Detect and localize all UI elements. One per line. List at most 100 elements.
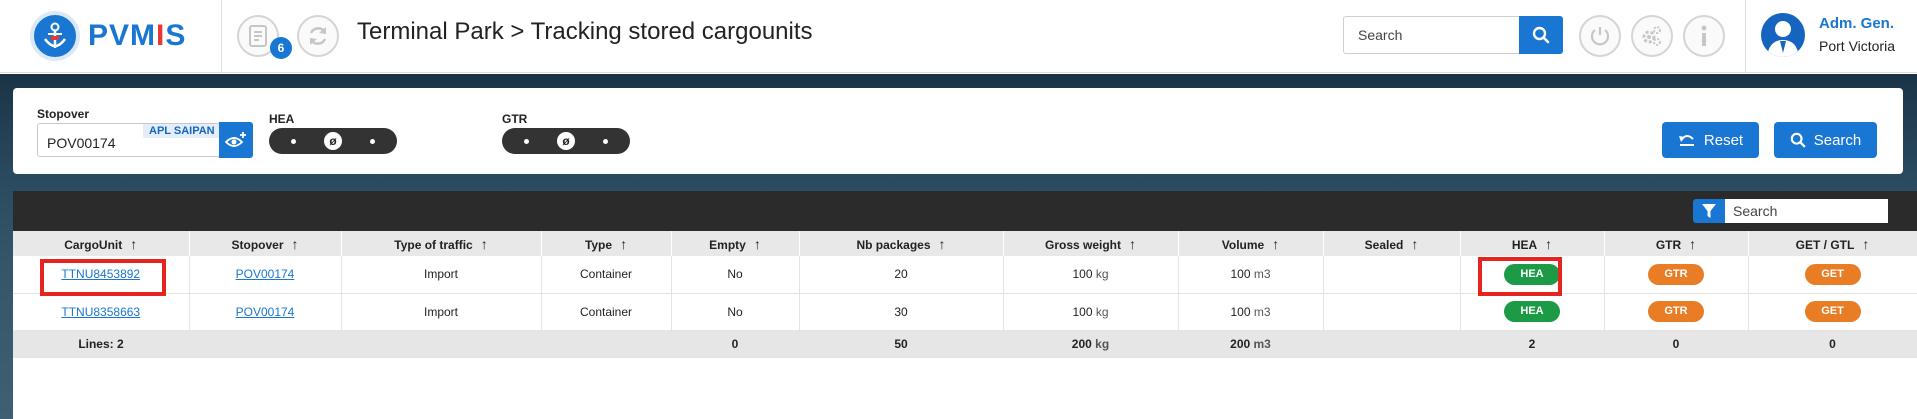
refresh-icon xyxy=(309,27,327,45)
info-icon xyxy=(1701,25,1707,46)
sort-arrow-icon[interactable]: ↑ xyxy=(130,236,137,252)
type-cell: Container xyxy=(541,293,672,331)
tristate-option-dot[interactable] xyxy=(603,138,608,144)
sort-arrow-icon[interactable]: ↑ xyxy=(939,236,946,252)
vessel-tag: APL SAIPAN xyxy=(143,124,221,138)
sort-arrow-icon[interactable]: ↑ xyxy=(620,236,627,252)
empty-cell: No xyxy=(671,293,800,331)
column-header-cargounit[interactable]: CargoUnit ↑ xyxy=(13,231,190,256)
gtr-filter-label: GTR xyxy=(502,112,528,126)
table-row[interactable]: TTNU8358663 POV00174 Import Container No… xyxy=(13,293,1917,331)
weight-cell: 100 kg xyxy=(1003,256,1179,294)
search-icon xyxy=(1532,26,1550,44)
column-header-type[interactable]: Type ↑ xyxy=(541,231,672,256)
power-icon xyxy=(1590,27,1610,46)
total-volume: 200 m3 xyxy=(1178,330,1323,358)
sort-arrow-icon[interactable]: ↑ xyxy=(1545,236,1552,252)
hea-tristate-toggle[interactable]: ø xyxy=(269,128,397,154)
total-get: 0 xyxy=(1748,330,1917,358)
stopover-link[interactable]: POV00174 xyxy=(236,305,295,319)
app-logo[interactable]: PVMIS xyxy=(30,11,187,61)
sort-arrow-icon[interactable]: ↑ xyxy=(1862,236,1869,252)
totals-cell xyxy=(1323,330,1460,358)
cargounit-link[interactable]: TTNU8358663 xyxy=(61,305,140,319)
reset-button[interactable]: Reset xyxy=(1662,122,1759,158)
column-header-type-of-traffic[interactable]: Type of traffic ↑ xyxy=(341,231,542,256)
gtr-cell: GTR xyxy=(1604,256,1749,294)
search-button[interactable]: Search xyxy=(1774,122,1877,158)
user-icon xyxy=(1767,21,1799,57)
get-status-badge[interactable]: GET xyxy=(1804,263,1861,285)
volume-cell: 100 m3 xyxy=(1178,293,1324,331)
filter-panel: Stopover APL SAIPAN HEA ø GTR ø Reset xyxy=(13,88,1903,174)
column-header-hea[interactable]: HEA ↑ xyxy=(1460,231,1605,256)
stopover-lookup-button[interactable] xyxy=(219,122,253,158)
column-header-get-gtl[interactable]: GET / GTL ↑ xyxy=(1748,231,1917,256)
column-header-nb-packages[interactable]: Nb packages ↑ xyxy=(799,231,1004,256)
column-header-stopover[interactable]: Stopover ↑ xyxy=(189,231,342,256)
stopover-label: Stopover xyxy=(37,107,90,121)
user-avatar[interactable] xyxy=(1761,13,1805,57)
sort-arrow-icon[interactable]: ↑ xyxy=(1689,236,1696,252)
sort-arrow-icon[interactable]: ↑ xyxy=(754,236,761,252)
tristate-option-dot[interactable] xyxy=(524,138,529,144)
reset-button-label: Reset xyxy=(1703,131,1744,149)
hea-filter-label: HEA xyxy=(269,112,295,126)
top-bar: PVMIS 6 Terminal Park > Tracking stored … xyxy=(0,0,1917,73)
table-row[interactable]: TTNU8453892 POV00174 Import Container No… xyxy=(13,256,1917,294)
page-title: Terminal Park > Tracking stored cargouni… xyxy=(357,18,813,45)
grid-toolbar xyxy=(13,191,1917,231)
search-icon xyxy=(1790,132,1806,148)
traffic-cell: Import xyxy=(341,293,542,331)
totals-cell xyxy=(541,330,671,358)
document-icon xyxy=(249,25,267,47)
gtr-status-badge[interactable]: GTR xyxy=(1648,301,1704,322)
tristate-option-dot[interactable] xyxy=(370,138,375,144)
stopover-link[interactable]: POV00174 xyxy=(236,267,295,281)
traffic-cell: Import xyxy=(341,256,542,294)
get-status-badge[interactable]: GET xyxy=(1804,301,1861,322)
get-cell: GET xyxy=(1748,293,1917,331)
grid-filter-button[interactable] xyxy=(1693,199,1725,223)
column-header-volume[interactable]: Volume ↑ xyxy=(1178,231,1324,256)
total-gtr: 0 xyxy=(1604,330,1748,358)
settings-button[interactable] xyxy=(1631,15,1673,57)
highlight-box-cargounit xyxy=(40,259,166,296)
column-header-gross-weight[interactable]: Gross weight ↑ xyxy=(1003,231,1179,256)
reset-icon xyxy=(1678,135,1694,146)
tristate-option-dot[interactable] xyxy=(291,138,296,144)
packages-cell: 30 xyxy=(799,293,1004,331)
cargounits-table: CargoUnit ↑ Stopover ↑ Type of traffic ↑ Ty… xyxy=(13,231,1917,358)
tristate-selected-null[interactable]: ø xyxy=(324,132,342,150)
gtr-tristate-toggle[interactable]: ø xyxy=(502,128,630,154)
tristate-selected-null[interactable]: ø xyxy=(557,132,575,150)
total-packages: 50 xyxy=(799,330,1003,358)
sort-arrow-icon[interactable]: ↑ xyxy=(481,236,488,252)
user-port: Port Victoria xyxy=(1819,38,1895,54)
notification-badge: 6 xyxy=(270,37,292,59)
hea-status-badge[interactable]: HEA xyxy=(1504,301,1560,322)
header-search-input[interactable] xyxy=(1343,16,1519,54)
header-search-button[interactable] xyxy=(1519,16,1563,54)
type-cell: Container xyxy=(541,256,672,294)
info-button[interactable] xyxy=(1683,15,1725,57)
sort-arrow-icon[interactable]: ↑ xyxy=(1272,236,1279,252)
results-grid-panel: CargoUnit↑ Stopover↑ Type of traffic↑ Ty… xyxy=(13,191,1917,419)
search-button-label: Search xyxy=(1813,131,1862,149)
column-header-sealed[interactable]: Sealed ↑ xyxy=(1323,231,1461,256)
sort-arrow-icon[interactable]: ↑ xyxy=(292,236,299,252)
grid-search-input[interactable] xyxy=(1725,199,1888,223)
gtr-cell: GTR xyxy=(1604,293,1749,331)
sort-arrow-icon[interactable]: ↑ xyxy=(1129,236,1136,252)
sealed-cell xyxy=(1323,256,1461,294)
highlight-box-hea xyxy=(1478,257,1562,296)
logo-text: PVMIS xyxy=(88,19,187,52)
sort-arrow-icon[interactable]: ↑ xyxy=(1411,236,1418,252)
refresh-button[interactable] xyxy=(297,15,339,57)
column-header-gtr[interactable]: GTR ↑ xyxy=(1604,231,1749,256)
logout-button[interactable] xyxy=(1579,15,1621,57)
totals-cell xyxy=(189,330,341,358)
gtr-status-badge[interactable]: GTR xyxy=(1648,263,1704,285)
empty-cell: No xyxy=(671,256,800,294)
column-header-empty[interactable]: Empty ↑ xyxy=(671,231,800,256)
